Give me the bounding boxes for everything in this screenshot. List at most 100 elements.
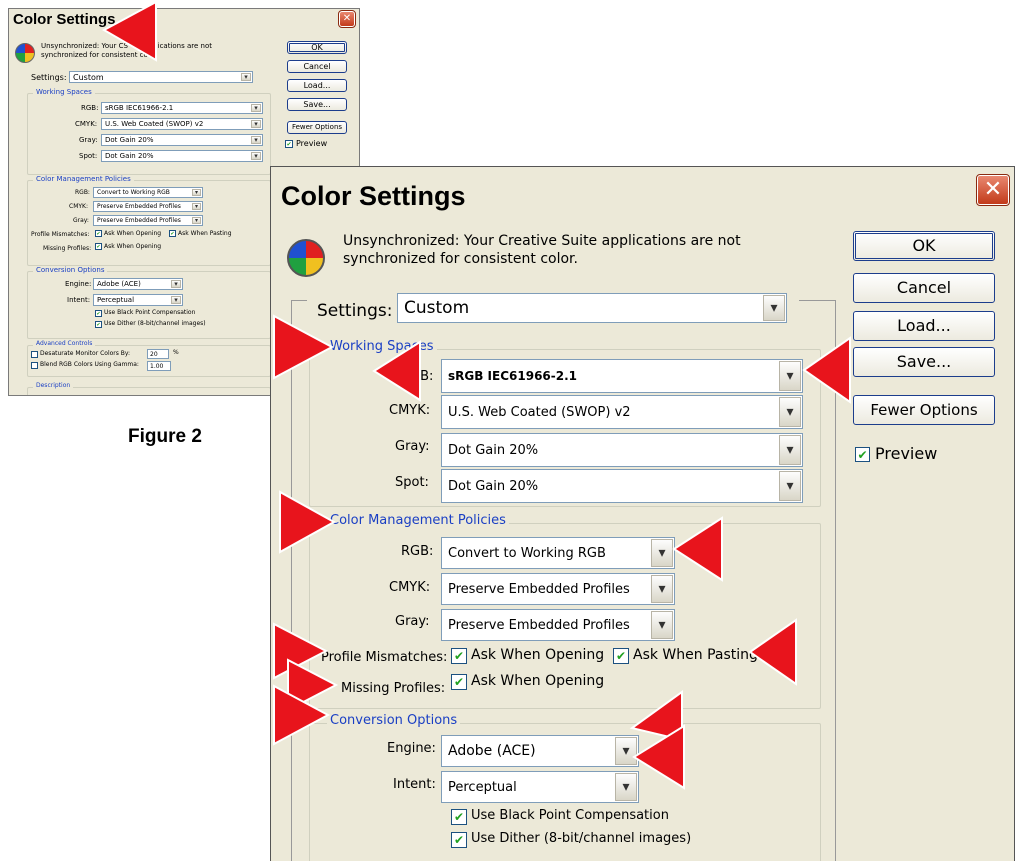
small-pol-cmyk-select[interactable]: Preserve Embedded Profiles ▾ xyxy=(93,201,203,212)
info-text-line1: Unsynchronized: Your Creative Suite appl… xyxy=(343,233,741,249)
ws-spot-label: Spot: xyxy=(395,475,429,490)
small-close-button[interactable]: ✕ xyxy=(338,10,356,28)
ws-gray-label: Gray: xyxy=(395,439,430,454)
small-chevron-down-icon: ▾ xyxy=(171,296,181,304)
ask-opening-label: Ask When Opening xyxy=(471,647,605,663)
small-engine-select[interactable]: Adobe (ACE) ▾ xyxy=(93,278,183,290)
small-engine-label: Engine: xyxy=(65,280,92,288)
settings-select[interactable]: Custom ▾ xyxy=(397,293,787,323)
small-ask-opening-label: Ask When Opening xyxy=(104,230,162,237)
small-desaturate-unit: % xyxy=(173,349,179,356)
cancel-button[interactable]: Cancel xyxy=(853,273,995,303)
annotation-arrow xyxy=(372,340,421,402)
ws-rgb-select[interactable]: sRGB IEC61966-2.1 ▾ xyxy=(441,359,803,393)
chevron-down-icon: ▾ xyxy=(779,471,801,501)
small-fewer-options-button[interactable]: Fewer Options xyxy=(287,121,347,134)
small-chevron-down-icon: ▾ xyxy=(192,189,201,196)
ws-spot-select[interactable]: Dot Gain 20% ▾ xyxy=(441,469,803,503)
small-ws-cmyk-label: CMYK: xyxy=(75,120,98,128)
ws-cmyk-select[interactable]: U.S. Web Coated (SWOP) v2 ▾ xyxy=(441,395,803,429)
dialog-title: Color Settings xyxy=(281,181,466,211)
small-dither-checkbox[interactable]: ✔ xyxy=(95,321,102,328)
intent-select[interactable]: Perceptual ▾ xyxy=(441,771,639,803)
black-point-label: Use Black Point Compensation xyxy=(471,808,669,823)
small-color-wheel-icon xyxy=(15,43,35,63)
chevron-down-icon: ▾ xyxy=(779,361,801,391)
small-ws-rgb-select[interactable]: sRGB IEC61966-2.1 ▾ xyxy=(101,102,263,114)
pol-cmyk-select[interactable]: Preserve Embedded Profiles ▾ xyxy=(441,573,675,605)
small-ws-rgb-label: RGB: xyxy=(81,104,99,112)
small-desaturate-label: Desaturate Monitor Colors By: xyxy=(40,350,131,357)
ask-pasting-checkbox[interactable]: ✔ xyxy=(613,648,629,664)
fewer-options-button[interactable]: Fewer Options xyxy=(853,395,995,425)
small-policies-title: Color Management Policies xyxy=(33,175,134,183)
small-ask-opening-checkbox[interactable]: ✔ xyxy=(95,230,102,237)
small-load-button[interactable]: Load... xyxy=(287,79,347,92)
dither-label: Use Dither (8-bit/channel images) xyxy=(471,831,692,846)
small-ok-button[interactable]: OK xyxy=(287,41,347,54)
pol-rgb-label: RGB: xyxy=(401,544,434,559)
pol-gray-select[interactable]: Preserve Embedded Profiles ▾ xyxy=(441,609,675,641)
small-preview-checkbox[interactable]: ✔ xyxy=(285,140,293,148)
small-ws-spot-select[interactable]: Dot Gain 20% ▾ xyxy=(101,150,263,162)
settings-frame-left xyxy=(291,300,307,301)
small-chevron-down-icon: ▾ xyxy=(241,73,251,81)
small-pol-cmyk-label: CMYK: xyxy=(69,203,88,210)
small-ws-gray-label: Gray: xyxy=(79,136,98,144)
small-dither-label: Use Dither (8-bit/channel images) xyxy=(104,320,206,327)
small-black-point-label: Use Black Point Compensation xyxy=(104,309,196,316)
annotation-arrow xyxy=(273,684,331,746)
dither-checkbox[interactable]: ✔ xyxy=(451,832,467,848)
settings-frame-right xyxy=(799,300,835,301)
small-desaturate-checkbox[interactable] xyxy=(31,351,38,358)
small-cancel-button[interactable]: Cancel xyxy=(287,60,347,73)
small-blend-checkbox[interactable] xyxy=(31,362,38,369)
preview-checkbox[interactable]: ✔ xyxy=(855,447,870,462)
small-missing-ask-label: Ask When Opening xyxy=(104,243,162,250)
small-pol-gray-select[interactable]: Preserve Embedded Profiles ▾ xyxy=(93,215,203,226)
small-ws-cmyk-select[interactable]: U.S. Web Coated (SWOP) v2 ▾ xyxy=(101,118,263,130)
black-point-checkbox[interactable]: ✔ xyxy=(451,809,467,825)
small-preview-label: Preview xyxy=(296,139,328,148)
small-desaturate-input[interactable]: 20 xyxy=(147,349,169,359)
missing-ask-opening-checkbox[interactable]: ✔ xyxy=(451,674,467,690)
small-settings-label: Settings: xyxy=(31,73,67,82)
engine-select[interactable]: Adobe (ACE) ▾ xyxy=(441,735,639,767)
ok-button[interactable]: OK xyxy=(853,231,995,261)
ws-gray-select[interactable]: Dot Gain 20% ▾ xyxy=(441,433,803,467)
small-settings-select[interactable]: Custom ▾ xyxy=(69,71,253,83)
small-mismatch-label: Profile Mismatches: xyxy=(31,231,90,238)
small-pol-gray-label: Gray: xyxy=(73,217,89,224)
pol-cmyk-label: CMYK: xyxy=(389,580,431,595)
small-chevron-down-icon: ▾ xyxy=(251,136,261,144)
save-button[interactable]: Save... xyxy=(853,347,995,377)
small-pol-rgb-select[interactable]: Convert to Working RGB ▾ xyxy=(93,187,203,198)
small-pol-rgb-label: RGB: xyxy=(75,189,90,196)
annotation-arrow xyxy=(101,0,157,62)
chevron-down-icon: ▾ xyxy=(651,611,673,639)
annotation-arrow xyxy=(672,516,723,582)
small-blend-input[interactable]: 1.00 xyxy=(147,361,171,371)
chevron-down-icon: ▾ xyxy=(779,397,801,427)
pol-rgb-select[interactable]: Convert to Working RGB ▾ xyxy=(441,537,675,569)
conversion-title: Conversion Options xyxy=(327,713,461,728)
small-missing-checkbox[interactable]: ✔ xyxy=(95,243,102,250)
close-button[interactable]: ✕ xyxy=(976,174,1010,206)
small-conversion-title: Conversion Options xyxy=(33,266,108,274)
annotation-arrow xyxy=(279,490,337,554)
small-intent-select[interactable]: Perceptual ▾ xyxy=(93,294,183,306)
load-button[interactable]: Load... xyxy=(853,311,995,341)
small-chevron-down-icon: ▾ xyxy=(171,280,181,288)
chevron-down-icon: ▾ xyxy=(763,295,785,321)
small-ws-gray-select[interactable]: Dot Gain 20% ▾ xyxy=(101,134,263,146)
ask-opening-checkbox[interactable]: ✔ xyxy=(451,648,467,664)
small-ask-pasting-label: Ask When Pasting xyxy=(178,230,232,237)
info-text-line2: synchronized for consistent color. xyxy=(343,251,578,267)
missing-ask-opening-label: Ask When Opening xyxy=(471,673,605,689)
small-save-button[interactable]: Save... xyxy=(287,98,347,111)
policies-title: Color Management Policies xyxy=(327,513,509,528)
small-ask-pasting-checkbox[interactable]: ✔ xyxy=(169,230,176,237)
small-black-point-checkbox[interactable]: ✔ xyxy=(95,310,102,317)
missing-profiles-label: Missing Profiles: xyxy=(341,681,446,696)
small-working-spaces-title: Working Spaces xyxy=(33,88,95,96)
